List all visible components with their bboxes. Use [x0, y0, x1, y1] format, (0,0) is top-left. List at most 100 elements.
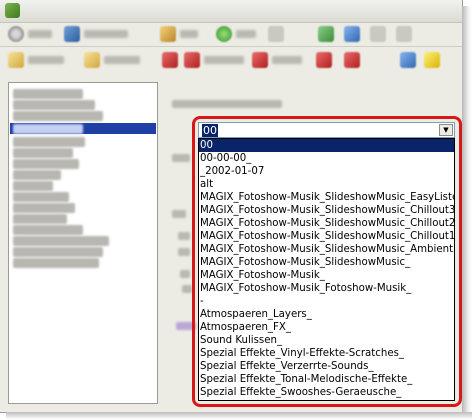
- dropdown-option[interactable]: alt: [199, 178, 454, 191]
- dropdown-option[interactable]: -: [199, 295, 454, 308]
- dropdown-option[interactable]: MAGIX_Fotoshow-Musik_SlideshowMusic_Chil…: [199, 217, 454, 230]
- dropdown-option-label: MAGIX_Fotoshow-Musik_SlideshowMusic_: [200, 257, 411, 268]
- dropdown-option-label: -: [200, 296, 204, 307]
- toolbar-button-10[interactable]: [8, 50, 64, 70]
- dropdown-option-label: MAGIX_Fotoshow-Musik_Fotoshow-Musik_: [200, 283, 412, 294]
- dropdown-option[interactable]: 00: [199, 139, 454, 152]
- dropdown-option-label: MAGIX_Fotoshow-Musik_SlideshowMusic_Chil…: [200, 231, 455, 242]
- window-shadow-bottom: [6, 412, 472, 420]
- toolbar-button-12[interactable]: [162, 50, 182, 70]
- dropdown-option[interactable]: Spezial Effekte_Tonal-Melodische-Effekte…: [199, 373, 454, 386]
- dropdown-option[interactable]: Spezial Effekte_Verzerrte-Sounds_: [199, 360, 454, 373]
- delete-icon: [184, 52, 200, 68]
- dropdown-arrow-button[interactable]: ▼: [439, 124, 453, 136]
- toolbar-button-8[interactable]: [370, 24, 390, 44]
- toolbar-button-13[interactable]: [184, 50, 244, 70]
- dropdown-option-label: MAGIX_Fotoshow-Musik_SlideshowMusic_Chil…: [200, 205, 455, 216]
- dropdown-option[interactable]: MAGIX_Fotoshow-Musik_Fotoshow-Musik_: [199, 282, 454, 295]
- toolbar-button-2[interactable]: [64, 24, 128, 44]
- dropdown-option[interactable]: Spezial Effekte_Vinyl-Effekte-Scratches_: [199, 347, 454, 360]
- dropdown-option[interactable]: Atmospaeren_FX_: [199, 321, 454, 334]
- toolbar-separator: [0, 46, 462, 47]
- sidebar-item[interactable]: [13, 111, 103, 121]
- sidebar-item[interactable]: [13, 203, 75, 213]
- edit-icon: [64, 26, 80, 42]
- toolbar-button-4[interactable]: [216, 24, 256, 44]
- toolbar-button-16[interactable]: [344, 50, 364, 70]
- sidebar-item[interactable]: [13, 258, 99, 268]
- dropdown-option-label: Sound Kulissen_: [200, 335, 283, 346]
- stop-icon: [268, 26, 284, 42]
- sidebar-item[interactable]: [13, 236, 109, 246]
- remove-icon: [162, 52, 178, 68]
- toolbar-button-11[interactable]: [84, 50, 140, 70]
- clear-icon: [252, 52, 268, 68]
- refresh-icon: [318, 26, 334, 42]
- toolbar-button-9[interactable]: [396, 24, 416, 44]
- dropdown-option[interactable]: MAGIX_Fotoshow-Musik_SlideshowMusic_Ambi…: [199, 243, 455, 256]
- sidebar-item-selected[interactable]: [10, 123, 156, 134]
- cancel-icon: [344, 52, 360, 68]
- field-label: [172, 154, 190, 162]
- dropdown-option-label: MAGIX_Fotoshow-Musik_: [200, 270, 325, 281]
- toolbar-button-17[interactable]: [400, 50, 420, 70]
- folder-combobox[interactable]: 00 ▼: [198, 122, 455, 138]
- toolbar-button-18[interactable]: [424, 50, 444, 70]
- pen-icon: [400, 52, 416, 68]
- undo-icon: [344, 26, 360, 42]
- add-icon: [84, 52, 100, 68]
- dropdown-option-label: alt: [200, 179, 214, 190]
- sidebar-item[interactable]: [13, 181, 53, 191]
- toolbar-button-3[interactable]: [160, 24, 198, 44]
- dropdown-option-label: Spezial Effekte_Tonal-Melodische-Effekte…: [200, 374, 413, 385]
- dropdown-option[interactable]: Sound Kulissen_: [199, 334, 454, 347]
- dropdown-option[interactable]: 00-00-00_: [199, 152, 454, 165]
- toolbar-button-5[interactable]: [268, 24, 288, 44]
- dropdown-option-label: MAGIX_Fotoshow-Musik_SlideshowMusic_Ambi…: [200, 244, 455, 255]
- field-label: [178, 248, 190, 256]
- dropdown-option-label: Spezial Effekte_Swooshes-Geraeusche_: [200, 387, 402, 398]
- sidebar-item[interactable]: [13, 247, 103, 257]
- sidebar-item[interactable]: [13, 159, 79, 169]
- field-label: [182, 285, 192, 293]
- dropdown-option[interactable]: MAGIX_Fotoshow-Musik_: [199, 269, 454, 282]
- start-icon: [216, 26, 232, 42]
- toolbar-button-14[interactable]: [252, 50, 302, 70]
- field-label: [180, 270, 190, 278]
- folder-icon: [8, 52, 24, 68]
- dropdown-option[interactable]: MAGIX_Fotoshow-Musik_SlideshowMusic_Chil…: [199, 230, 455, 243]
- sidebar-item[interactable]: [13, 89, 83, 99]
- sidebar-item[interactable]: [13, 170, 61, 180]
- sidebar-list[interactable]: [8, 82, 158, 404]
- toolbar-button-1[interactable]: [8, 24, 52, 44]
- dropdown-option[interactable]: MAGIX_Fotoshow-Musik_SlideshowMusic_Chil…: [199, 204, 455, 217]
- redo-icon: [370, 26, 386, 42]
- sidebar-item[interactable]: [13, 192, 69, 202]
- app-icon: [5, 3, 20, 18]
- sidebar-item[interactable]: [13, 148, 73, 158]
- sidebar-item[interactable]: [13, 225, 83, 235]
- dropdown-option[interactable]: Atmospaeren_Layers_: [199, 308, 454, 321]
- dropdown-option-label: 00: [200, 140, 213, 151]
- toolbar-button-6[interactable]: [318, 24, 338, 44]
- sidebar-item[interactable]: [13, 214, 67, 224]
- sidebar-item[interactable]: [13, 100, 95, 110]
- dropdown-option[interactable]: MAGIX_Fotoshow-Musik_SlideshowMusic_Easy…: [199, 191, 455, 204]
- title-bar[interactable]: [0, 0, 462, 23]
- dropdown-option-label: Atmospaeren_Layers_: [200, 309, 312, 320]
- dropdown-option[interactable]: MAGIX_Fotoshow-Musik_SlideshowMusic_: [199, 256, 454, 269]
- misc-icon: [396, 26, 412, 42]
- dropdown-option[interactable]: Spezial Effekte_Swooshes-Geraeusche_: [199, 386, 454, 399]
- sidebar-item[interactable]: [13, 137, 85, 147]
- remove-all-icon: [316, 52, 332, 68]
- help-icon: [424, 52, 440, 68]
- field-label: [172, 210, 186, 218]
- dropdown-option-label: MAGIX_Fotoshow-Musik_SlideshowMusic_Easy…: [200, 192, 455, 203]
- toolbar-button-15[interactable]: [316, 50, 336, 70]
- window-title: [26, 3, 87, 16]
- dropdown-list[interactable]: 00 00-00-00_ _2002-01-07 alt MAGIX_Fotos…: [198, 138, 455, 401]
- field-label: [178, 232, 190, 240]
- dropdown-option[interactable]: _2002-01-07: [199, 165, 454, 178]
- window-shadow-right: [462, 6, 472, 416]
- toolbar-button-7[interactable]: [344, 24, 364, 44]
